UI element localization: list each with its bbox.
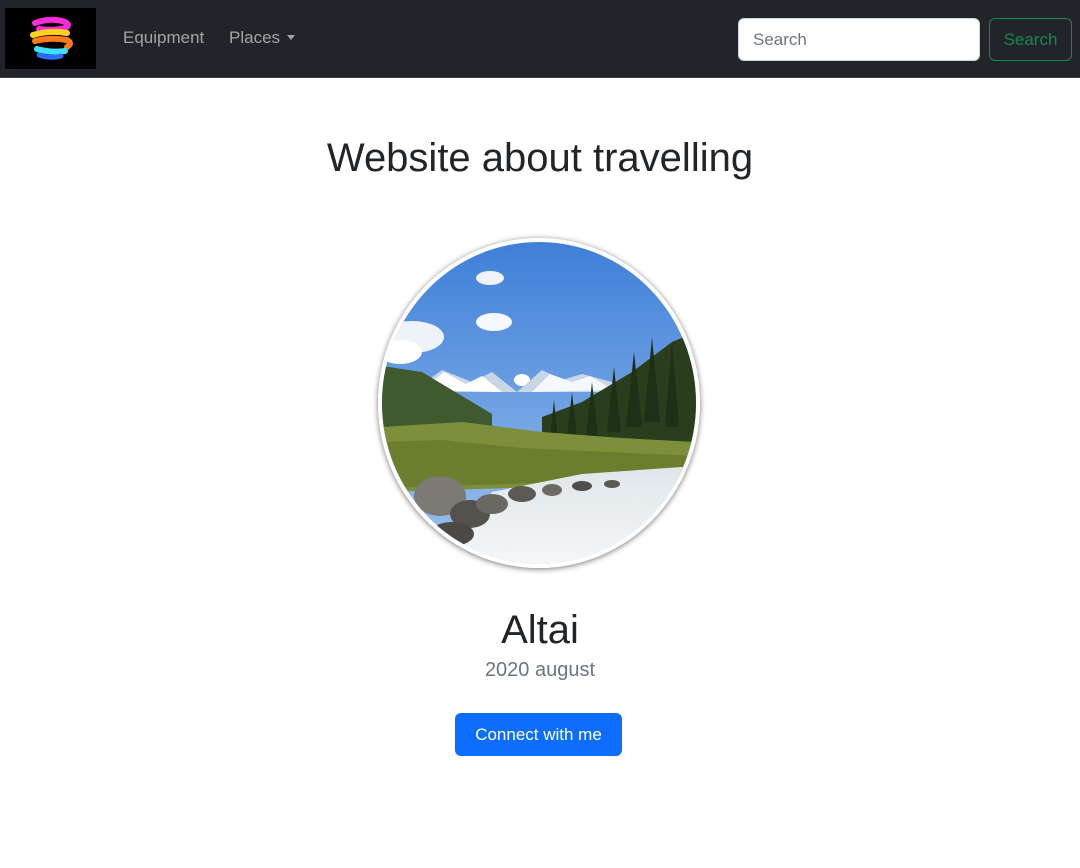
page-title: Website about travelling (326, 136, 754, 180)
nav-link-places-label: Places (229, 28, 281, 47)
logo[interactable] (5, 8, 96, 69)
profile-photo (378, 238, 700, 568)
mountain-river-photo-icon (382, 242, 696, 564)
caret-down-icon (287, 35, 296, 40)
nav-link-equipment[interactable]: Equipment (123, 28, 204, 48)
place-date: 2020 august (484, 659, 596, 681)
navbar: Equipment Places Search (0, 0, 1080, 78)
logo-icon (29, 16, 73, 60)
search-input[interactable] (738, 18, 980, 61)
connect-button[interactable]: Connect with me (455, 713, 622, 756)
nav-link-places-dropdown[interactable]: Places (229, 28, 296, 48)
search-button[interactable]: Search (989, 18, 1072, 61)
place-name: Altai (501, 608, 579, 652)
